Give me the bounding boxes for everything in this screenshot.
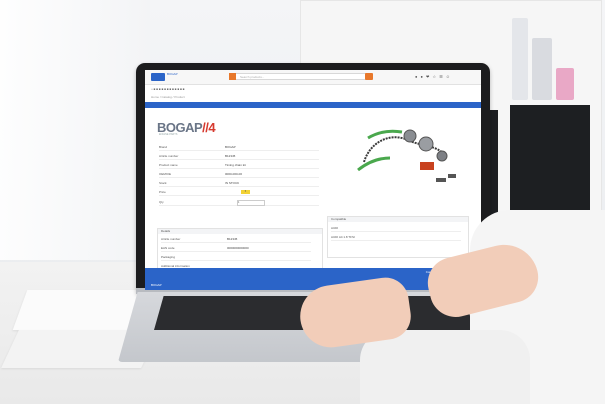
- breadcrumb[interactable]: Home / Catalog / Product: [151, 95, 185, 99]
- spec-value: 0000-000-00: [225, 172, 243, 176]
- spec-row: Qty 1: [159, 200, 319, 206]
- sleeve-left: [360, 330, 530, 404]
- main-menu[interactable]: ⌂ ■ ■ ■ ■ ■ ■ ■ ■ ■ ■ ■ ■: [145, 85, 481, 93]
- user-icons[interactable]: ● ● ❤ ☆ ☰ ☺: [415, 74, 451, 79]
- spec-label: OEM/OE: [159, 172, 172, 176]
- compat-row[interactable]: AUDI: [331, 226, 461, 232]
- binder-pink: [556, 68, 574, 100]
- spec-label: Brand: [159, 145, 168, 149]
- spec-row: Price 5: [159, 190, 319, 196]
- detail-label: Packaging: [161, 255, 176, 259]
- footer-brand: BOGAP: [151, 283, 162, 287]
- detail-label: Article number: [161, 237, 181, 241]
- sprocket-icon: [418, 136, 434, 152]
- spec-row: Product name Timing chain kit: [159, 163, 319, 169]
- binder-gray: [532, 38, 552, 100]
- detail-value: 0000000000000: [227, 246, 249, 250]
- compatibility-panel: Compatible AUDI AUDI A4 1.8 TFSI: [327, 216, 469, 258]
- paper-stack-1: [12, 290, 148, 330]
- sprocket-icon: [436, 150, 448, 162]
- office-scene: BOGAP Search products... ● ● ❤ ☆ ☰ ☺ ⌂ ■…: [0, 0, 605, 404]
- bolt-icon: [448, 174, 456, 178]
- details-panel-title: Details: [158, 229, 322, 234]
- detail-row: Packaging: [161, 255, 311, 261]
- brand-mark: //4: [202, 120, 216, 135]
- detail-label: EAN code: [161, 246, 175, 250]
- site-logo-text: BOGAP: [167, 72, 178, 76]
- product-image[interactable]: [350, 122, 468, 192]
- guide-rail-icon: [357, 156, 391, 172]
- sprocket-icon: [403, 129, 417, 143]
- top-bar: BOGAP Search products... ● ● ❤ ☆ ☰ ☺: [145, 70, 481, 85]
- spec-label: Qty: [159, 200, 164, 204]
- spec-label: Stock: [159, 181, 167, 185]
- spec-value: IN STOCK: [225, 181, 240, 185]
- compat-row[interactable]: AUDI A4 1.8 TFSI: [331, 235, 461, 241]
- section-bar: Detail: [145, 102, 481, 116]
- spec-label: Product name: [159, 163, 178, 167]
- spec-row: Stock IN STOCK: [159, 181, 319, 187]
- compat-item[interactable]: AUDI: [331, 226, 338, 230]
- spec-value: Timing chain kit: [225, 163, 246, 167]
- detail-row: Article number B12345: [161, 237, 311, 243]
- site-logo-icon[interactable]: [151, 73, 165, 81]
- search-button[interactable]: [365, 73, 373, 80]
- spec-label: Article number: [159, 154, 179, 158]
- compatibility-panel-title: Compatible: [328, 217, 468, 222]
- search-category-button[interactable]: [229, 73, 236, 80]
- bolt-icon: [436, 178, 446, 182]
- window-light: [0, 0, 150, 260]
- laptop-screen: BOGAP Search products... ● ● ❤ ☆ ☰ ☺ ⌂ ■…: [145, 70, 481, 290]
- spec-row: OEM/OE 0000-000-00: [159, 172, 319, 178]
- spec-row: Brand BOGAP: [159, 145, 319, 151]
- spec-row: Article number B12345: [159, 154, 319, 160]
- section-title: Detail: [150, 112, 158, 116]
- brand-subtitle: ENGINE PARTS: [159, 133, 178, 136]
- quantity-select[interactable]: 1: [237, 200, 265, 206]
- guide-rail-icon: [367, 129, 403, 140]
- compat-item[interactable]: AUDI A4 1.8 TFSI: [331, 235, 355, 239]
- spec-label: Price: [159, 190, 166, 194]
- tensioner-icon: [420, 162, 434, 170]
- detail-value: B12345: [227, 237, 238, 241]
- detail-row: EAN code 0000000000000: [161, 246, 311, 252]
- stock-badge: 5: [241, 190, 250, 194]
- spec-value: B12345: [225, 154, 236, 158]
- search-input[interactable]: Search products...: [229, 73, 369, 80]
- spec-value: BOGAP: [225, 145, 236, 149]
- binder-light: [512, 18, 528, 100]
